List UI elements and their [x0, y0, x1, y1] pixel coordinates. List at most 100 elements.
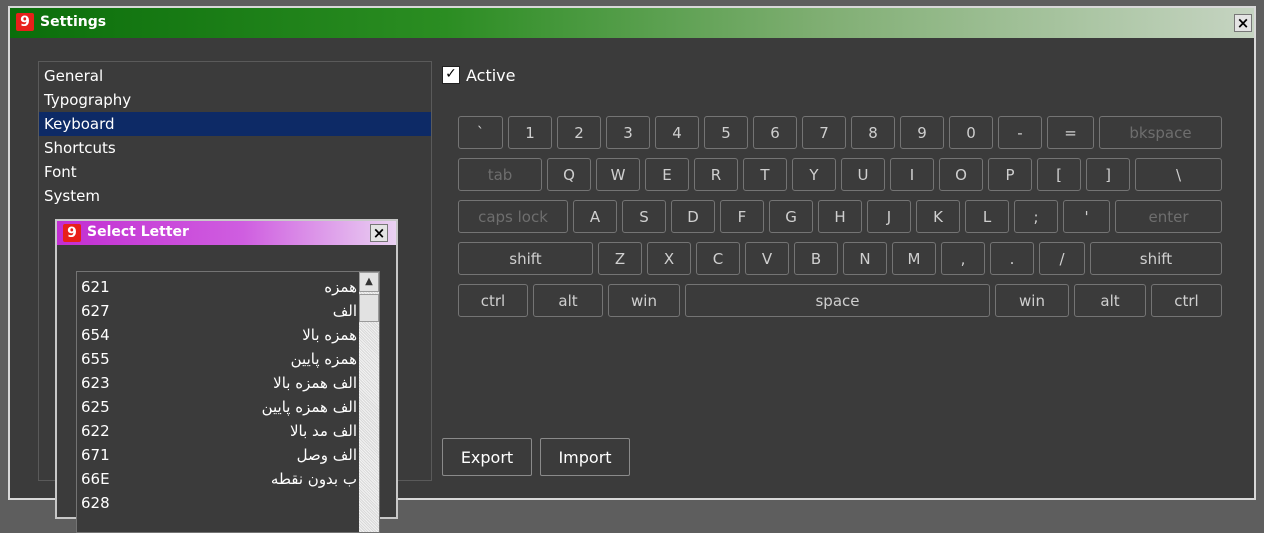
key-O[interactable]: O	[939, 158, 983, 191]
key-R[interactable]: R	[694, 158, 738, 191]
key-Q[interactable]: Q	[547, 158, 591, 191]
key-E[interactable]: E	[645, 158, 689, 191]
letter-name: همزه پایین	[290, 350, 357, 368]
key-;[interactable]: ;	[1014, 200, 1058, 233]
key-C[interactable]: C	[696, 242, 740, 275]
key-L[interactable]: L	[965, 200, 1009, 233]
nav-item-keyboard[interactable]: Keyboard	[39, 112, 431, 136]
nav-item-general[interactable]: General	[39, 64, 431, 88]
letter-name: الف همزه پایین	[261, 398, 357, 416]
letter-list[interactable]: 621 همزه 627 الف 654 همزه بالا 655 همزه پایی…	[76, 271, 380, 533]
letter-code: 627	[81, 302, 110, 320]
key-0[interactable]: 0	[949, 116, 993, 149]
window-title: Settings	[40, 14, 107, 30]
list-item[interactable]: 625 الف همزه پایین	[79, 395, 357, 419]
key-win[interactable]: win	[995, 284, 1069, 317]
list-item[interactable]: 621 همزه	[79, 275, 357, 299]
key-7[interactable]: 7	[802, 116, 846, 149]
key-caps-lock[interactable]: caps lock	[458, 200, 568, 233]
key-9[interactable]: 9	[900, 116, 944, 149]
key-H[interactable]: H	[818, 200, 862, 233]
scroll-up-arrow-icon[interactable]: ▲	[359, 272, 379, 292]
key-2[interactable]: 2	[557, 116, 601, 149]
nav-item-shortcuts[interactable]: Shortcuts	[39, 136, 431, 160]
letter-code: 622	[81, 422, 110, 440]
key--[interactable]: -	[998, 116, 1042, 149]
app-logo-icon: 9	[16, 13, 34, 31]
key-Y[interactable]: Y	[792, 158, 836, 191]
key-B[interactable]: B	[794, 242, 838, 275]
key-S[interactable]: S	[622, 200, 666, 233]
key-4[interactable]: 4	[655, 116, 699, 149]
key-,[interactable]: ,	[941, 242, 985, 275]
key-1[interactable]: 1	[508, 116, 552, 149]
list-item[interactable]: 627 الف	[79, 299, 357, 323]
key-8[interactable]: 8	[851, 116, 895, 149]
key-shift[interactable]: shift	[1090, 242, 1222, 275]
key-][interactable]: ]	[1086, 158, 1130, 191]
key-\[interactable]: \	[1135, 158, 1222, 191]
key-ctrl[interactable]: ctrl	[458, 284, 528, 317]
key-3[interactable]: 3	[606, 116, 650, 149]
key-J[interactable]: J	[867, 200, 911, 233]
key-=[interactable]: =	[1047, 116, 1094, 149]
active-label[interactable]: Active	[466, 66, 516, 85]
key-K[interactable]: K	[916, 200, 960, 233]
letter-code: 671	[81, 446, 110, 464]
scroll-thumb[interactable]	[359, 294, 379, 322]
active-checkbox[interactable]: ✓	[442, 66, 460, 84]
letter-code: 625	[81, 398, 110, 416]
key-U[interactable]: U	[841, 158, 885, 191]
key-M[interactable]: M	[892, 242, 936, 275]
key-/[interactable]: /	[1039, 242, 1085, 275]
import-button[interactable]: Import	[540, 438, 630, 476]
key-F[interactable]: F	[720, 200, 764, 233]
key-D[interactable]: D	[671, 200, 715, 233]
export-button[interactable]: Export	[442, 438, 532, 476]
key-.[interactable]: .	[990, 242, 1034, 275]
letter-name: الف وصل	[296, 446, 357, 464]
letter-name: همزه بالا	[302, 326, 357, 344]
close-button[interactable]: ×	[1234, 14, 1252, 32]
key-V[interactable]: V	[745, 242, 789, 275]
key-space[interactable]: space	[685, 284, 990, 317]
key-win[interactable]: win	[608, 284, 680, 317]
key-I[interactable]: I	[890, 158, 934, 191]
list-scrollbar[interactable]: ▲	[359, 272, 379, 532]
list-item[interactable]: 622 الف مد بالا	[79, 419, 357, 443]
letter-code: 654	[81, 326, 110, 344]
dialog-title-bar[interactable]: 9 Select Letter ×	[57, 221, 396, 245]
key-X[interactable]: X	[647, 242, 691, 275]
title-bar[interactable]: 9 Settings ×	[10, 8, 1254, 38]
list-item[interactable]: 623 الف همزه بالا	[79, 371, 357, 395]
key-A[interactable]: A	[573, 200, 617, 233]
key-P[interactable]: P	[988, 158, 1032, 191]
key-enter[interactable]: enter	[1115, 200, 1222, 233]
key-W[interactable]: W	[596, 158, 640, 191]
key-T[interactable]: T	[743, 158, 787, 191]
key-ctrl[interactable]: ctrl	[1151, 284, 1222, 317]
nav-item-system[interactable]: System	[39, 184, 431, 208]
key-`[interactable]: `	[458, 116, 503, 149]
list-item[interactable]: 671 الف وصل	[79, 443, 357, 467]
list-item[interactable]: 655 همزه پایین	[79, 347, 357, 371]
key-6[interactable]: 6	[753, 116, 797, 149]
key-G[interactable]: G	[769, 200, 813, 233]
nav-item-font[interactable]: Font	[39, 160, 431, 184]
key-alt[interactable]: alt	[533, 284, 603, 317]
key-bkspace[interactable]: bkspace	[1099, 116, 1222, 149]
dialog-close-button[interactable]: ×	[370, 224, 388, 242]
nav-item-typography[interactable]: Typography	[39, 88, 431, 112]
key-5[interactable]: 5	[704, 116, 748, 149]
list-item[interactable]: 654 همزه بالا	[79, 323, 357, 347]
letter-code: 628	[81, 494, 110, 512]
key-shift[interactable]: shift	[458, 242, 593, 275]
key-Z[interactable]: Z	[598, 242, 642, 275]
list-item[interactable]: 628	[79, 491, 357, 515]
key-alt[interactable]: alt	[1074, 284, 1146, 317]
key-N[interactable]: N	[843, 242, 887, 275]
key-[[interactable]: [	[1037, 158, 1081, 191]
key-'[interactable]: '	[1063, 200, 1110, 233]
list-item[interactable]: 66E ب بدون نقطه	[79, 467, 357, 491]
key-tab[interactable]: tab	[458, 158, 542, 191]
